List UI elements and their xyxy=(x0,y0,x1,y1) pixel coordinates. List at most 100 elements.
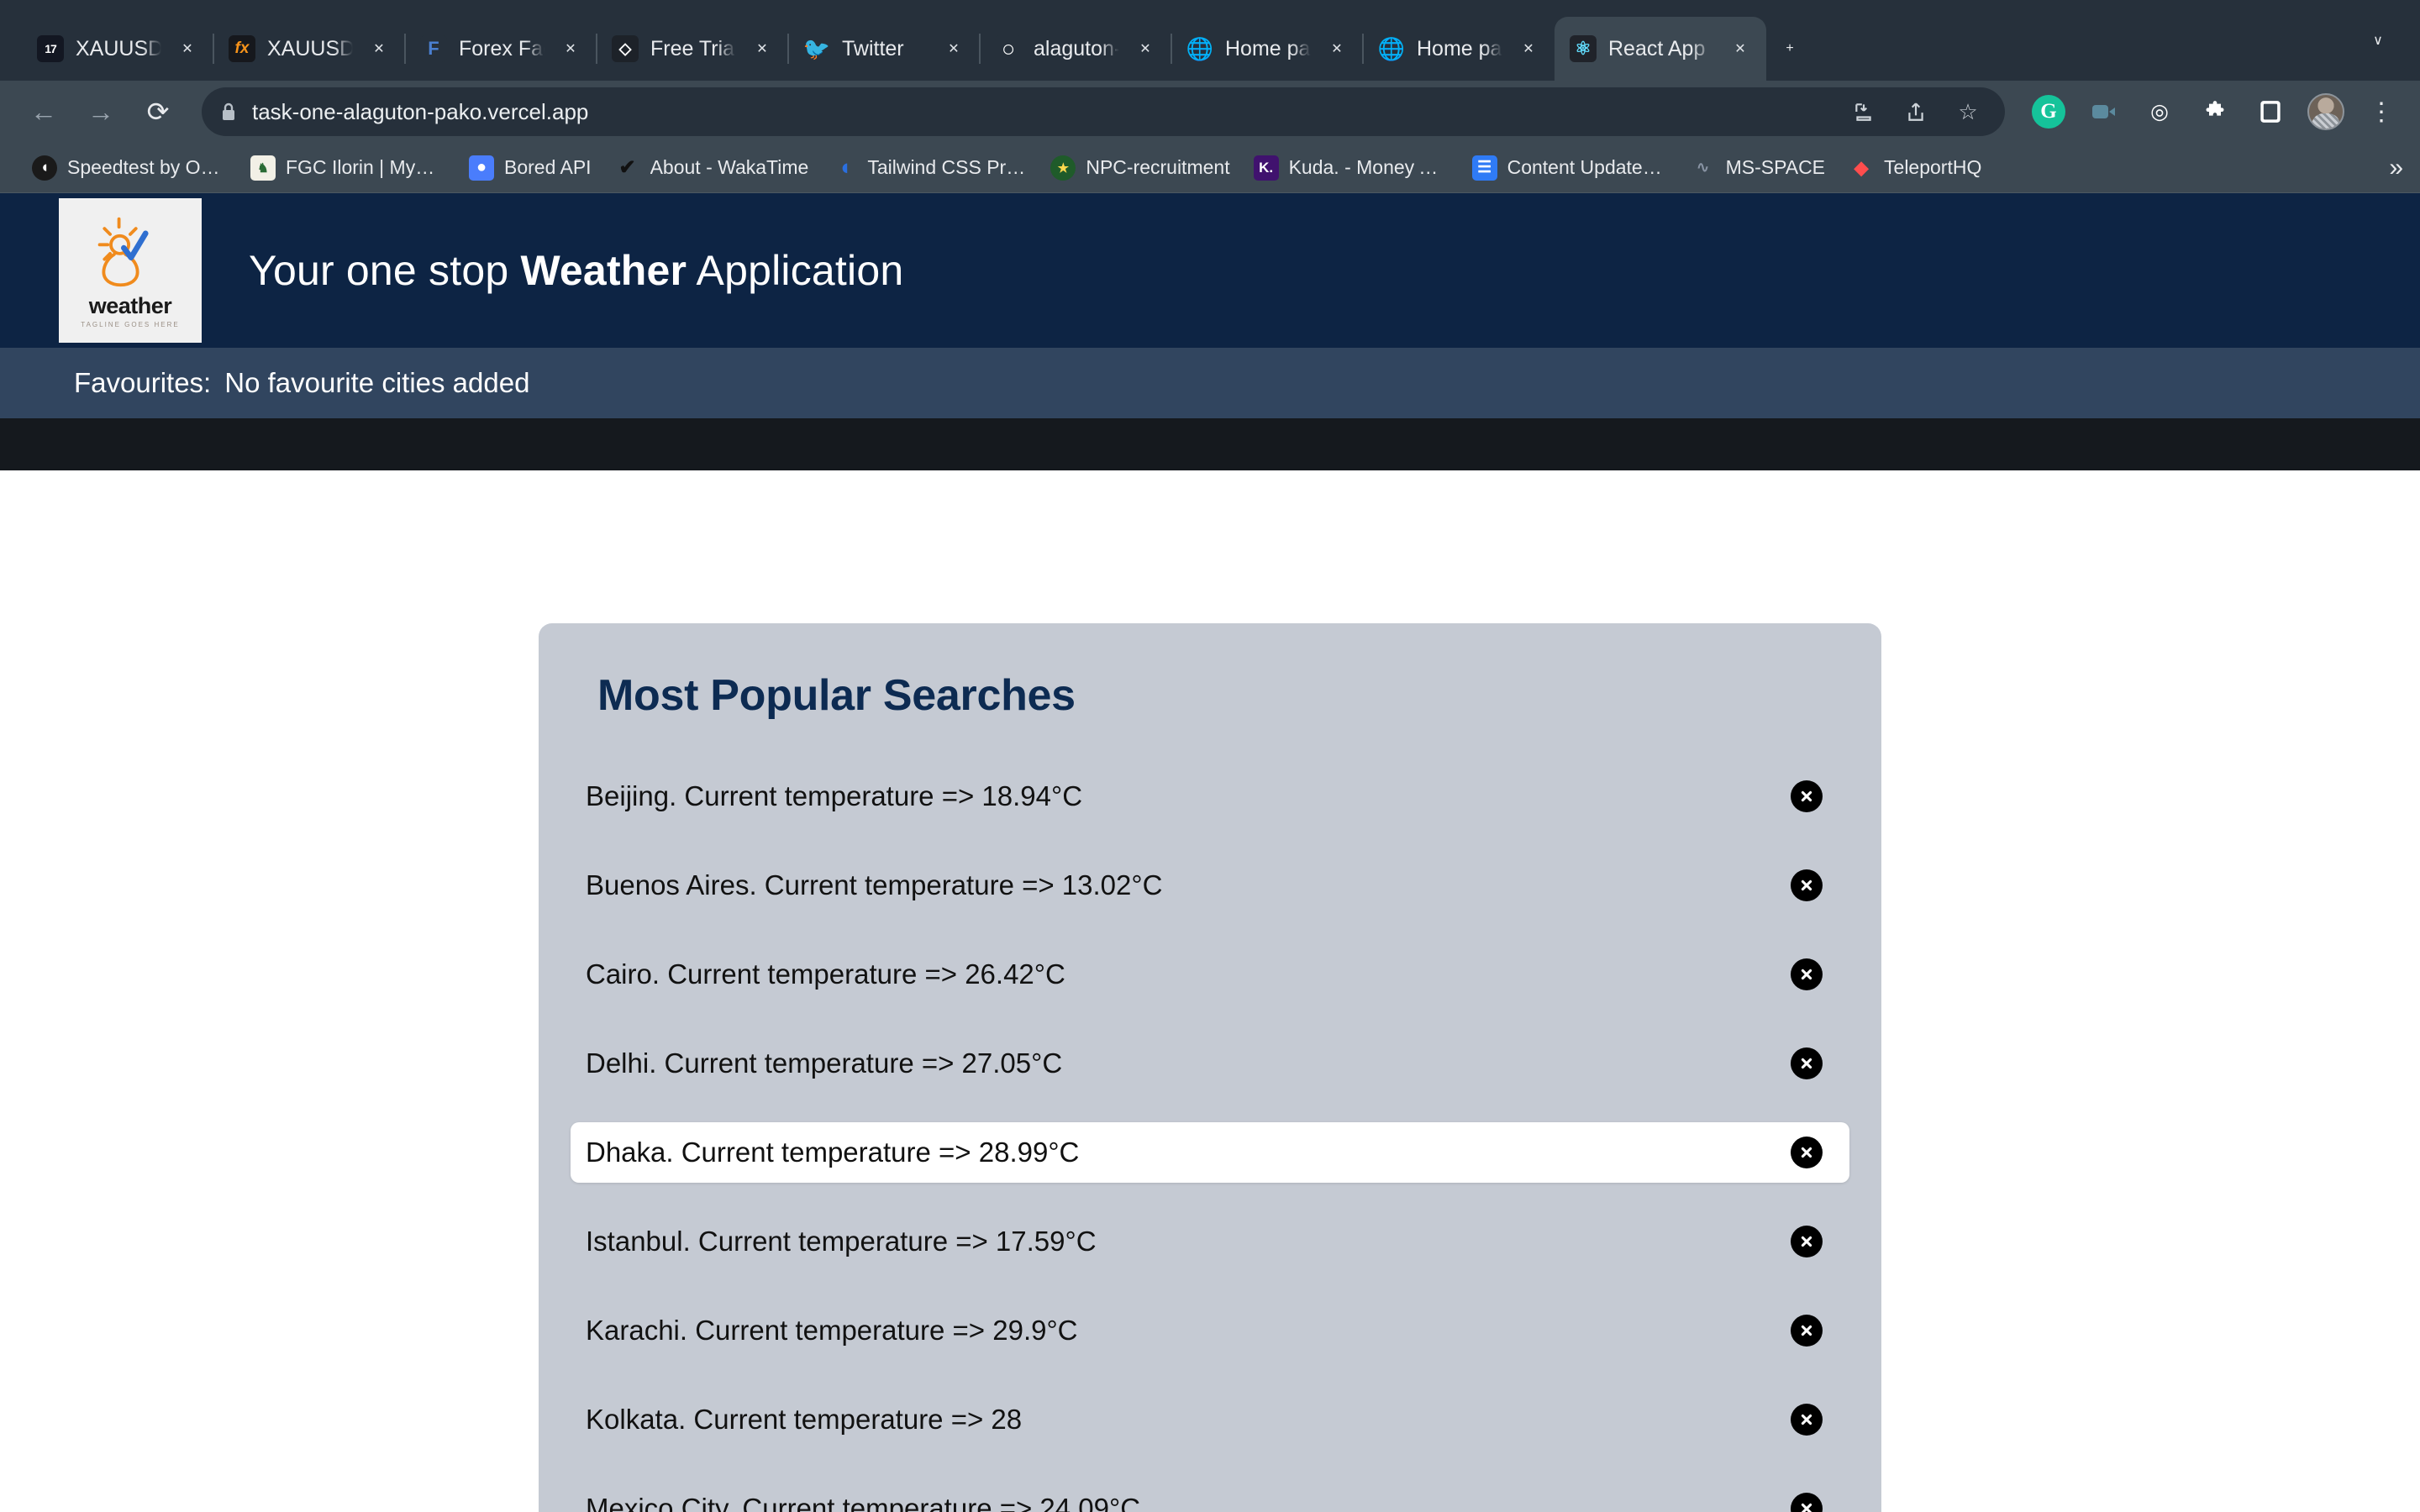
bookmark-item[interactable]: ☰ Content Update fo... xyxy=(1460,150,1679,186)
profile-avatar[interactable] xyxy=(2306,92,2346,132)
logo-wordmark: weather xyxy=(88,293,172,318)
close-circle-icon[interactable] xyxy=(1791,1226,1823,1257)
search-row-text: Delhi. Current temperature => 27.05°C xyxy=(586,1047,1063,1079)
bookmark-item[interactable]: ∿ MS-SPACE xyxy=(1679,150,1837,186)
back-button[interactable]: ← xyxy=(18,87,69,137)
side-panel-icon[interactable] xyxy=(2250,92,2291,132)
bookmarks-overflow-button[interactable]: » xyxy=(2389,154,2403,182)
bookmark-item[interactable]: ● Bored API xyxy=(457,150,603,186)
close-circle-icon[interactable] xyxy=(1791,780,1823,812)
search-row-active[interactable]: Dhaka. Current temperature => 28.99°C xyxy=(571,1122,1849,1183)
tab-title: Twitter xyxy=(842,36,904,60)
search-row[interactable]: Kolkata. Current temperature => 28 xyxy=(571,1389,1849,1450)
bookmark-item[interactable]: ♞ FGC Ilorin | MySko... xyxy=(239,150,457,186)
bookmark-label: Content Update fo... xyxy=(1507,156,1667,178)
speedtest-icon: ◖ xyxy=(32,155,57,181)
bookmark-item[interactable]: K. Kuda. - Money Ap... xyxy=(1242,150,1460,186)
close-circle-icon[interactable] xyxy=(1791,869,1823,901)
forward-button[interactable]: → xyxy=(76,87,126,137)
share-icon[interactable] xyxy=(1897,93,1934,130)
tab-title: XAUUSD Position xyxy=(267,36,353,60)
browser-tab-1[interactable]: fx XAUUSD Position ✕ xyxy=(213,17,405,81)
bookmark-item[interactable]: ◆ TeleportHQ xyxy=(1837,150,1993,186)
reload-button[interactable]: ⟳ xyxy=(133,87,183,137)
search-row[interactable]: Istanbul. Current temperature => 17.59°C xyxy=(571,1211,1849,1272)
close-circle-icon[interactable] xyxy=(1791,1315,1823,1347)
kuda-icon: K. xyxy=(1253,155,1279,181)
divider-strip xyxy=(0,418,2420,470)
tab-close-button[interactable]: ✕ xyxy=(365,34,393,63)
tab-close-button[interactable]: ✕ xyxy=(939,34,968,63)
bookmark-item[interactable]: ★ NPC-recruitment xyxy=(1039,150,1241,186)
tab-close-button[interactable]: ✕ xyxy=(173,34,202,63)
tailwind-icon: ◖ xyxy=(838,155,852,181)
weather-sun-cloud-icon xyxy=(97,217,149,287)
tab-search-chevron-down-icon[interactable]: ∨ xyxy=(2354,17,2402,64)
search-row[interactable]: Cairo. Current temperature => 26.42°C xyxy=(571,944,1849,1005)
search-row-text: Dhaka. Current temperature => 28.99°C xyxy=(586,1137,1080,1168)
forexfactory-icon: F xyxy=(420,35,447,62)
puzzle-extensions-icon[interactable] xyxy=(2195,92,2235,132)
tab-close-button[interactable]: ✕ xyxy=(556,34,585,63)
new-tab-button[interactable]: + xyxy=(1766,25,1813,72)
close-circle-icon[interactable] xyxy=(1791,1404,1823,1436)
bookmark-label: TeleportHQ xyxy=(1884,156,1982,178)
tradingview-icon: 17 xyxy=(37,35,64,62)
title-prefix: Your one stop xyxy=(249,247,521,294)
favourites-label: Favourites: xyxy=(74,367,212,398)
bookmark-item[interactable]: ✔ About - WakaTime xyxy=(603,150,821,186)
search-row[interactable]: Mexico City. Current temperature => 24.0… xyxy=(571,1478,1849,1512)
tab-close-button[interactable]: ✕ xyxy=(1131,34,1160,63)
browser-tab-7[interactable]: 🌐 Home page ✕ xyxy=(1362,17,1555,81)
bookmark-star-icon[interactable]: ☆ xyxy=(1949,93,1986,130)
page-title: Your one stop Weather Application xyxy=(249,246,903,295)
bookmark-label: Kuda. - Money Ap... xyxy=(1288,156,1449,178)
browser-tab-6[interactable]: 🌐 Home page ✕ xyxy=(1171,17,1363,81)
browser-tab-5[interactable]: ○ alaguton-pako ✕ xyxy=(979,17,1171,81)
wakatime-icon: ✔ xyxy=(618,156,636,179)
bookmark-label: Tailwind CSS Prog... xyxy=(867,156,1028,178)
search-row-text: Cairo. Current temperature => 26.42°C xyxy=(586,958,1065,990)
tab-title: alaguton-pako xyxy=(1034,36,1119,60)
app-header: weather TAGLINE GOES HERE Your one stop … xyxy=(0,193,2420,348)
tab-close-button[interactable]: ✕ xyxy=(748,34,776,63)
search-row-text: Beijing. Current temperature => 18.94°C xyxy=(586,780,1083,811)
close-circle-icon[interactable] xyxy=(1791,1137,1823,1168)
close-circle-icon[interactable] xyxy=(1791,1493,1823,1512)
github-icon: ○ xyxy=(995,35,1022,62)
search-row[interactable]: Beijing. Current temperature => 18.94°C xyxy=(571,766,1849,827)
url-text: task-one-alaguton-pako.vercel.app xyxy=(252,98,589,124)
tab-close-button[interactable]: ✕ xyxy=(1514,34,1543,63)
title-bold: Weather xyxy=(520,247,687,294)
tab-close-button[interactable]: ✕ xyxy=(1323,34,1351,63)
browser-tab-2[interactable]: F Forex Factory ✕ xyxy=(404,17,597,81)
chrome-menu-icon[interactable]: ⋮ xyxy=(2361,92,2402,132)
lock-icon xyxy=(220,102,237,122)
popular-searches-card: Most Popular Searches Beijing. Current t… xyxy=(539,623,1881,1512)
browser-tab-0[interactable]: 17 XAUUSD 1958 ✕ xyxy=(22,17,213,81)
bookmark-label: Bored API xyxy=(504,156,592,178)
search-row[interactable]: Delhi. Current temperature => 27.05°C xyxy=(571,1033,1849,1094)
logo-tagline: TAGLINE GOES HERE xyxy=(81,321,180,328)
browser-tab-3[interactable]: ◇ Free Trial | FTMO ✕ xyxy=(596,17,788,81)
browser-tab-4[interactable]: 🐦 Twitter ✕ xyxy=(787,17,980,81)
search-row[interactable]: Buenos Aires. Current temperature => 13.… xyxy=(571,855,1849,916)
tab-title: Home page xyxy=(1225,36,1311,60)
close-circle-icon[interactable] xyxy=(1791,1047,1823,1079)
page-viewport: weather TAGLINE GOES HERE Your one stop … xyxy=(0,193,2420,1512)
close-circle-icon[interactable] xyxy=(1791,958,1823,990)
twitter-icon: 🐦 xyxy=(803,35,830,61)
bookmark-item[interactable]: ◖ Tailwind CSS Prog... xyxy=(820,150,1039,186)
search-row[interactable]: Karachi. Current temperature => 29.9°C xyxy=(571,1300,1849,1361)
loom-video-icon[interactable] xyxy=(2084,92,2124,132)
address-bar[interactable]: task-one-alaguton-pako.vercel.app ☆ xyxy=(202,87,2005,136)
search-row-text: Mexico City. Current temperature => 24.0… xyxy=(586,1493,1141,1512)
bookmark-item[interactable]: ◖ Speedtest by Ookl... xyxy=(20,150,239,186)
target-icon[interactable]: ◎ xyxy=(2139,92,2180,132)
search-row-text: Karachi. Current temperature => 29.9°C xyxy=(586,1315,1078,1346)
browser-tab-8-active[interactable]: ⚛ React App ✕ xyxy=(1555,17,1766,81)
grammarly-icon[interactable]: G xyxy=(2028,92,2069,132)
browser-toolbar: ← → ⟳ task-one-alaguton-pako.vercel.app … xyxy=(0,81,2420,143)
install-icon[interactable] xyxy=(1845,93,1882,130)
tab-close-button[interactable]: ✕ xyxy=(1726,34,1754,63)
